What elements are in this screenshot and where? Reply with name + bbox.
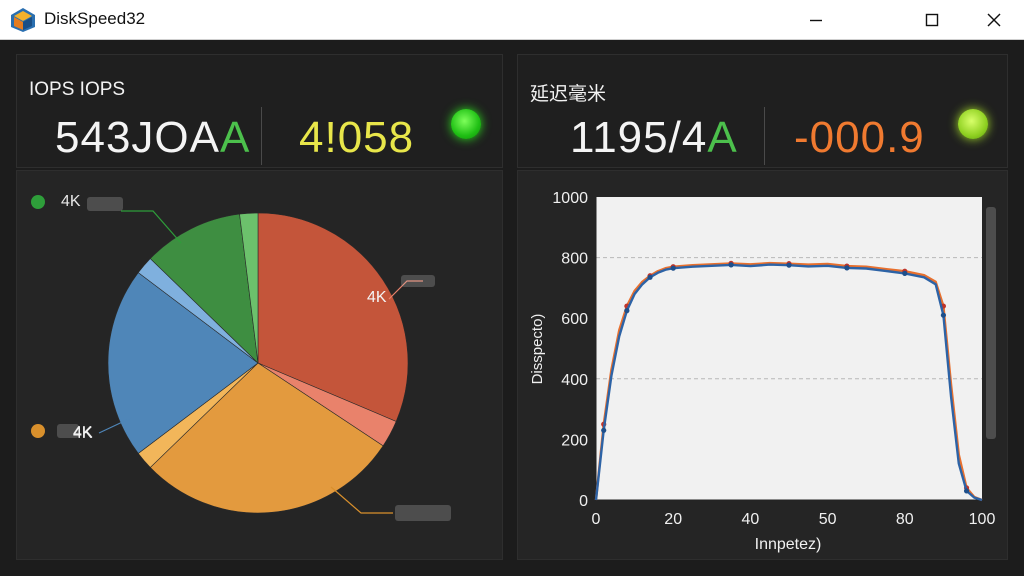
x-tick-label: 0 [592,511,601,528]
iops-secondary-value: 4!058 [299,113,415,162]
data-point [844,265,850,271]
latency-panel: 延迟毫米 1195/4A -000.9 [517,54,1008,168]
data-point [728,262,734,268]
y-tick-label: 400 [561,372,588,389]
data-point [670,265,676,271]
diskspeed-app-icon [11,8,35,32]
leader-line-green [121,210,182,244]
latency-title: 延迟毫米 [530,84,607,105]
window-title: DiskSpeed32 [44,9,146,28]
x-tick-label: 80 [896,511,914,528]
minimize-icon [810,19,822,22]
axis-line [595,197,982,501]
slice-label-blue: 4K [73,425,93,442]
x-tick-label: 50 [819,511,837,528]
x-tick-label: 40 [742,511,760,528]
y-tick-label: 200 [561,432,588,449]
iops-status-led [451,109,481,139]
x-tick-label: 20 [664,511,682,528]
close-icon [987,13,1001,27]
data-point [647,274,653,280]
iops-title: IOPS IOPS [29,79,126,100]
latency-divider [764,107,765,165]
minimize-button[interactable] [788,0,844,40]
latency-primary-value: 1195/4A [570,113,738,162]
slice-label-red: 4K [367,289,387,306]
y-tick-label: 1000 [552,190,588,207]
pie-panel: 4K 4K 4K 4K [16,170,503,560]
data-point [601,427,607,433]
x-axis-label: Innpetez) [755,536,822,553]
series-line [594,263,983,502]
slice-blurred-text [401,275,435,287]
maximize-button[interactable] [904,0,960,40]
data-point [786,262,792,268]
iops-primary-value: 543JOAA [55,113,251,162]
close-button[interactable] [966,0,1022,40]
line-chart: 0 20 40 50 80 10002004006008001000 Innpetez) … [529,190,996,553]
maximize-icon [925,13,939,27]
iops-panel: IOPS IOPS 543JOAA 4!058 [16,54,503,168]
x-tick-label: 100 [969,511,996,528]
data-point [624,308,630,314]
data-point [963,488,970,494]
main-content: IOPS IOPS 543JOAA 4!058 延迟毫米 1195/4A -00… [0,40,1024,576]
pie-chart: 4K 4K [73,210,451,521]
data-point [902,270,908,276]
line-panel: 0 20 40 50 80 100 0 200 400 600 800 1000 Innpetez) … [517,170,1008,560]
slice-blurred-text [395,505,451,521]
leader-line-orange [330,486,393,514]
latency-secondary-value: -000.9 [794,113,925,162]
y-tick-label: 0 [579,493,588,510]
series-line [594,261,983,502]
latency-status-led [958,109,988,139]
y-tick-label: 800 [561,251,588,268]
data-point [940,312,946,318]
iops-divider [261,107,262,165]
title-bar: DiskSpeed32 [0,0,1024,40]
y-axis-label: Disspecto) [529,314,546,385]
y-tick-label: 600 [561,311,588,328]
